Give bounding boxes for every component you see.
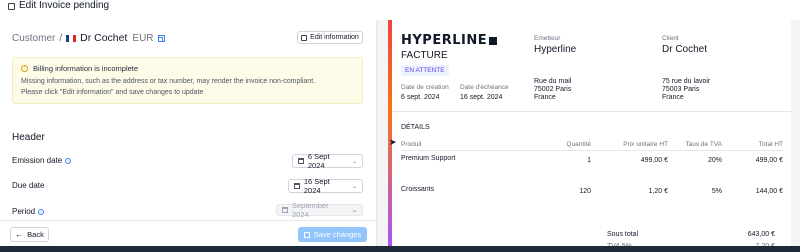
table-header-divider	[401, 150, 783, 151]
client-address-1: 75 rue du lavoir	[662, 78, 711, 85]
issuer-address-3: France	[534, 94, 556, 101]
billing-warning-alert: ! Billing information is incomplete Miss…	[12, 57, 363, 104]
brand-logo: HYPERLINE	[401, 33, 498, 48]
warning-title-text: Billing information is incomplete	[33, 64, 139, 73]
edit-information-label: Edit information	[310, 34, 359, 41]
period-label: Period i	[12, 207, 45, 216]
warning-title: ! Billing information is incomplete	[21, 64, 138, 73]
app-root: Edit Invoice pending Customer / Dr Coche…	[0, 0, 800, 252]
save-changes-button[interactable]: Save changes	[298, 227, 367, 242]
warning-icon: !	[21, 65, 28, 72]
form-footer: ← Back Save changes	[0, 220, 376, 246]
calendar-icon	[298, 158, 304, 164]
row-1-product: Premium Support	[401, 155, 456, 162]
customer-name: Dr Cochet	[80, 32, 128, 44]
save-icon	[303, 231, 310, 238]
due-date-label: Due date	[12, 181, 44, 190]
france-flag-icon	[66, 34, 77, 42]
breadcrumb: Customer / Dr Cochet EUR	[12, 32, 165, 44]
back-label: Back	[27, 230, 44, 239]
back-button[interactable]: ← Back	[10, 227, 49, 242]
issuer-address-2: 75002 Paris	[534, 86, 572, 93]
page-title: Edit Invoice pending	[19, 0, 110, 11]
row-1-quantity: 1	[587, 157, 591, 164]
status-badge: EN ATTENTE	[401, 65, 449, 76]
emission-date-value: 6 Sept 2024	[307, 152, 330, 170]
save-changes-label: Save changes	[313, 230, 362, 239]
edit-information-button[interactable]: Edit information	[297, 31, 363, 44]
due-date-label-invoice: Date d'échéance	[460, 84, 509, 91]
col-header-total: Total HT	[758, 141, 783, 148]
external-link-icon[interactable]	[157, 34, 165, 42]
brand-logo-text: HYPERLINE	[401, 33, 488, 48]
client-name: Dr Cochet	[662, 44, 708, 55]
period-picker[interactable]: September 2024 ⌄	[276, 201, 363, 219]
due-date-picker[interactable]: 16 Sept 2024 ⌄	[288, 177, 363, 195]
subtotal-label: Sous total	[607, 231, 639, 238]
row-1-vat: 20%	[707, 157, 722, 164]
col-header-unit-price: Prix unitaire HT	[623, 141, 668, 148]
breadcrumb-separator: /	[59, 32, 63, 44]
created-date-label: Date de création	[401, 84, 449, 91]
subtotal-value: 643,00 €	[747, 231, 775, 238]
client-label: Client	[662, 35, 679, 42]
period-label-text: Period	[12, 207, 36, 216]
due-date-label-text: Due date	[12, 181, 45, 190]
section-title-header: Header	[12, 132, 45, 143]
edit-form-panel: Customer / Dr Cochet EUR Edit informatio…	[0, 20, 376, 246]
emission-date-label: Emission date i	[12, 156, 72, 165]
issuer-name: Hyperline	[534, 44, 577, 55]
issuer-address-1: Rue du mail	[534, 78, 572, 85]
mouse-cursor-icon: ➤	[389, 137, 397, 147]
emission-date-picker[interactable]: 6 Sept 2024 ⌄	[292, 152, 363, 170]
col-header-product: Produit	[401, 141, 422, 148]
row-2-total: 144,00 €	[755, 188, 783, 195]
due-date-value-invoice: 16 sept. 2024	[460, 94, 503, 101]
warning-line-2: Please click "Edit information" and save…	[21, 89, 204, 96]
arrow-left-icon: ←	[15, 230, 24, 239]
due-date-value: 16 Sept 2024	[303, 177, 330, 195]
period-value: September 2024	[291, 201, 329, 219]
invoice-divider	[392, 111, 791, 112]
row-1-unit-price: 499,00 €	[640, 157, 668, 164]
emission-date-label-text: Emission date	[12, 156, 63, 165]
chevron-down-icon: ⌄	[351, 183, 357, 190]
row-2-unit-price: 1,20 €	[648, 188, 668, 195]
created-date-value: 6 sept. 2024	[401, 94, 440, 101]
invoice-type: FACTURE	[401, 50, 448, 61]
info-icon[interactable]: i	[65, 157, 72, 164]
logo-square-icon	[489, 36, 498, 45]
info-icon[interactable]: i	[38, 208, 45, 215]
col-header-vat: Taux de TVA	[685, 141, 722, 148]
invoice-accent-bar	[388, 20, 392, 246]
warning-line-1: Missing information, such as the address…	[21, 78, 316, 85]
calendar-icon	[282, 207, 288, 213]
pencil-icon	[301, 34, 308, 41]
row-2-vat: 5%	[711, 188, 722, 195]
row-2-quantity: 120	[579, 188, 591, 195]
top-bar: Edit Invoice pending	[0, 0, 800, 12]
details-title: DÉTAILS	[401, 124, 430, 131]
calendar-icon	[294, 183, 300, 189]
chevron-down-icon: ⌄	[351, 158, 357, 165]
currency-label: EUR	[132, 32, 154, 44]
col-header-quantity: Quantité	[566, 141, 591, 148]
client-address-2: 75003 Paris	[662, 86, 700, 93]
breadcrumb-root[interactable]: Customer	[12, 33, 55, 44]
row-1-total: 499,00 €	[755, 157, 783, 164]
client-address-3: France	[662, 94, 684, 101]
row-2-product: Croissants	[401, 186, 435, 193]
invoice-document	[388, 20, 791, 252]
chevron-down-icon: ⌄	[351, 207, 357, 214]
taskbar-strip	[0, 246, 800, 252]
edit-icon	[8, 2, 15, 10]
issuer-label: Emetteur	[534, 35, 561, 42]
